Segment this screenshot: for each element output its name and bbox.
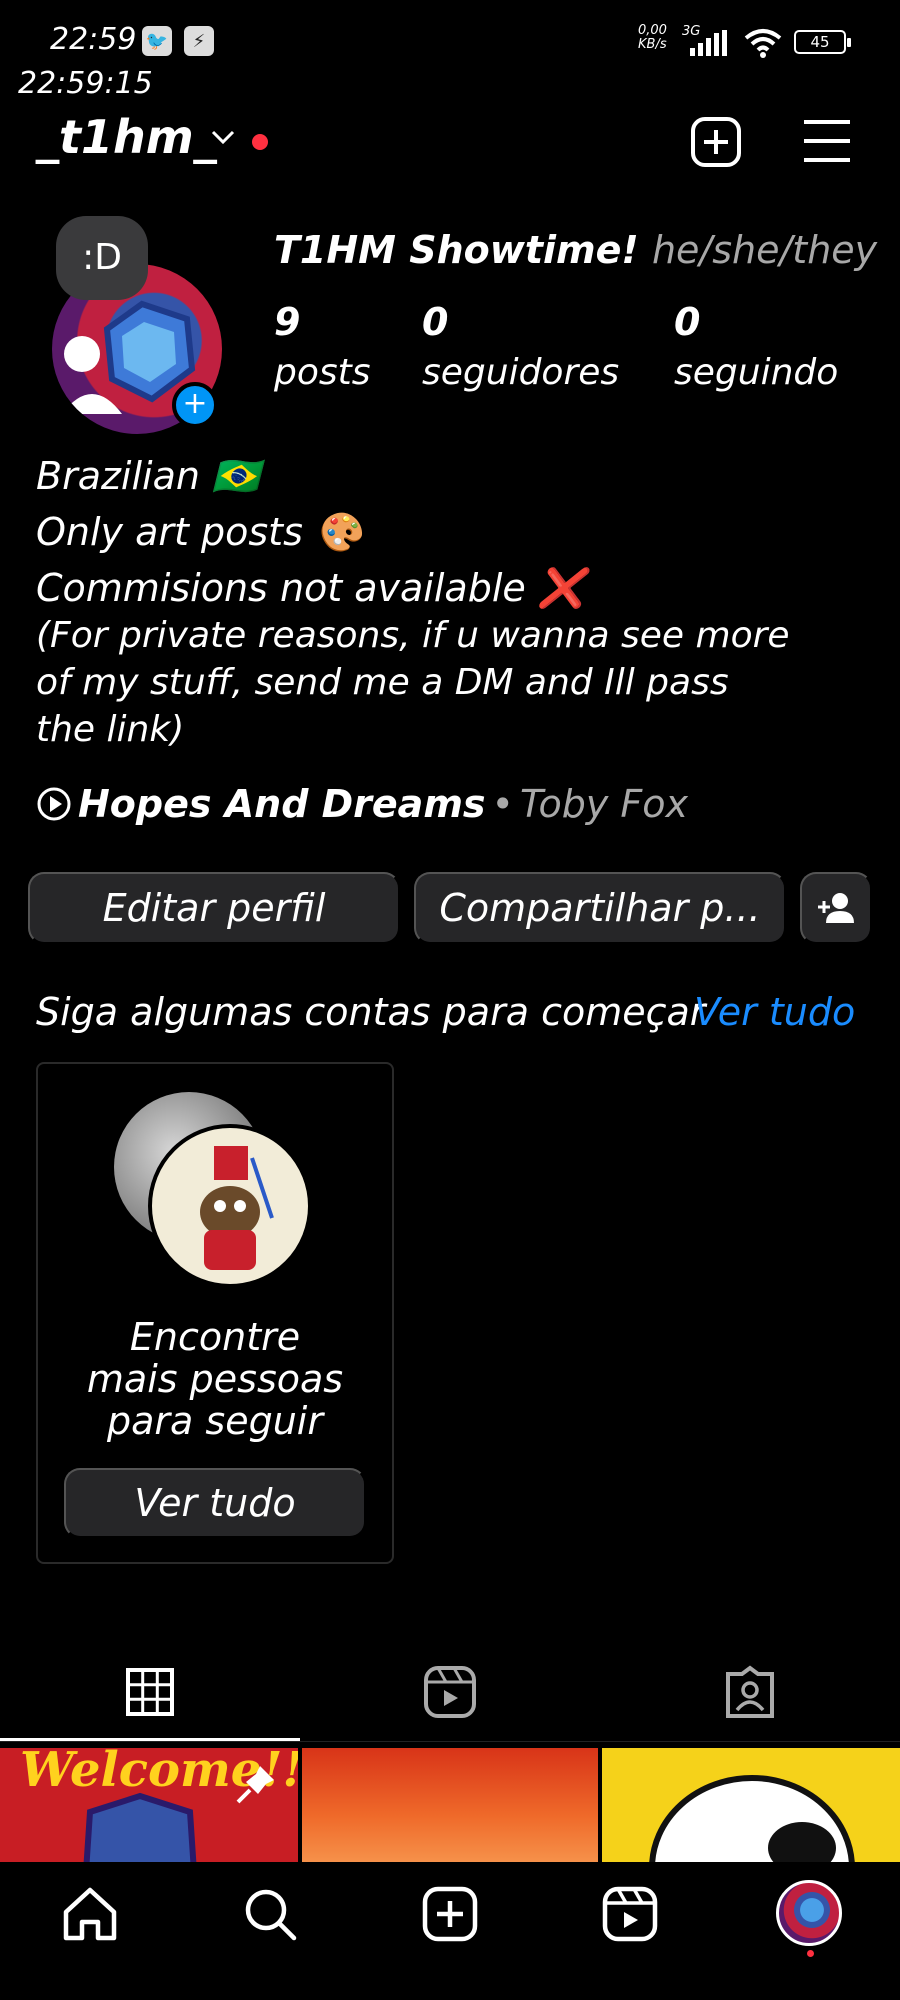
music-title: Hopes And Dreams [78,782,486,826]
followers-label[interactable]: seguidores [422,352,619,393]
twitter-notification-icon: 🐦 [142,26,172,56]
post-thumbnail[interactable] [602,1748,900,1862]
notification-dot [252,134,268,150]
display-name: T1HM Showtime! he/she/they [274,228,878,272]
card-see-all-button[interactable]: Ver tudo [64,1468,366,1538]
posts-count[interactable]: 9 [274,300,300,344]
home-icon[interactable] [60,1884,120,1944]
create-icon[interactable] [420,1884,480,1944]
overlay-clock: 22:59:15 [18,66,153,101]
pronouns: he/she/they [651,228,878,272]
add-person-icon [818,893,854,923]
battery-icon: 45 [794,30,851,54]
bio-line: (For private reasons, if u wanna see mor… [36,615,790,656]
following-count[interactable]: 0 [674,300,700,344]
bio-line: Commisions not available ❌ [36,566,586,610]
tab-divider [0,1741,900,1742]
share-profile-button[interactable]: Compartilhar p... [414,872,786,944]
net-speed: 0,00 KB/s [638,23,667,52]
status-time: 22:59 [50,22,137,57]
followers-count[interactable]: 0 [422,300,448,344]
new-post-icon[interactable] [690,116,742,168]
edit-profile-button[interactable]: Editar perfil [28,872,400,944]
suggested-avatar [148,1124,312,1288]
menu-icon[interactable] [802,118,852,164]
music-separator: • [491,782,514,826]
username[interactable]: _t1hm_ [36,110,217,164]
suggestions-title: Siga algumas contas para começar [36,990,706,1034]
following-label[interactable]: seguindo [674,352,838,393]
wifi-icon [744,29,782,58]
pin-icon [236,1766,274,1804]
play-circle-icon [37,787,71,821]
find-people-text: Encontre mais pessoas para seguir [86,1315,344,1443]
see-all-link[interactable]: Ver tudo [694,990,855,1034]
bio-line: Only art posts 🎨 [36,510,363,554]
chevron-down-icon[interactable] [210,128,236,146]
profile-note[interactable]: :D [56,216,148,300]
reels-tab-icon[interactable] [422,1664,478,1720]
discover-people-button[interactable] [800,872,872,944]
bio-line: the link) [36,709,185,750]
posts-label[interactable]: posts [274,352,371,393]
profile-music[interactable]: Hopes And Dreams • Toby Fox [36,782,688,826]
add-story-button[interactable]: + [172,382,218,428]
profile-nav-avatar[interactable] [776,1880,842,1946]
bio-line: of my stuff, send me a DM and Ill pass [36,662,729,703]
search-icon[interactable] [240,1884,300,1944]
tagged-tab-icon[interactable] [722,1664,778,1720]
app-notification-icon: ⚡ [184,26,214,56]
grid-tab-icon[interactable] [122,1664,178,1720]
post-thumbnail[interactable] [302,1748,598,1862]
post-thumbnail[interactable]: Welcome!! [0,1748,298,1862]
music-artist: Toby Fox [519,782,689,826]
signal-icon [690,30,727,56]
reels-icon[interactable] [600,1884,660,1944]
bio-line: Brazilian 🇧🇷 [36,454,260,498]
bio: Brazilian 🇧🇷 Only art posts 🎨 Commisions… [36,452,876,753]
profile-nav-dot [807,1950,814,1957]
